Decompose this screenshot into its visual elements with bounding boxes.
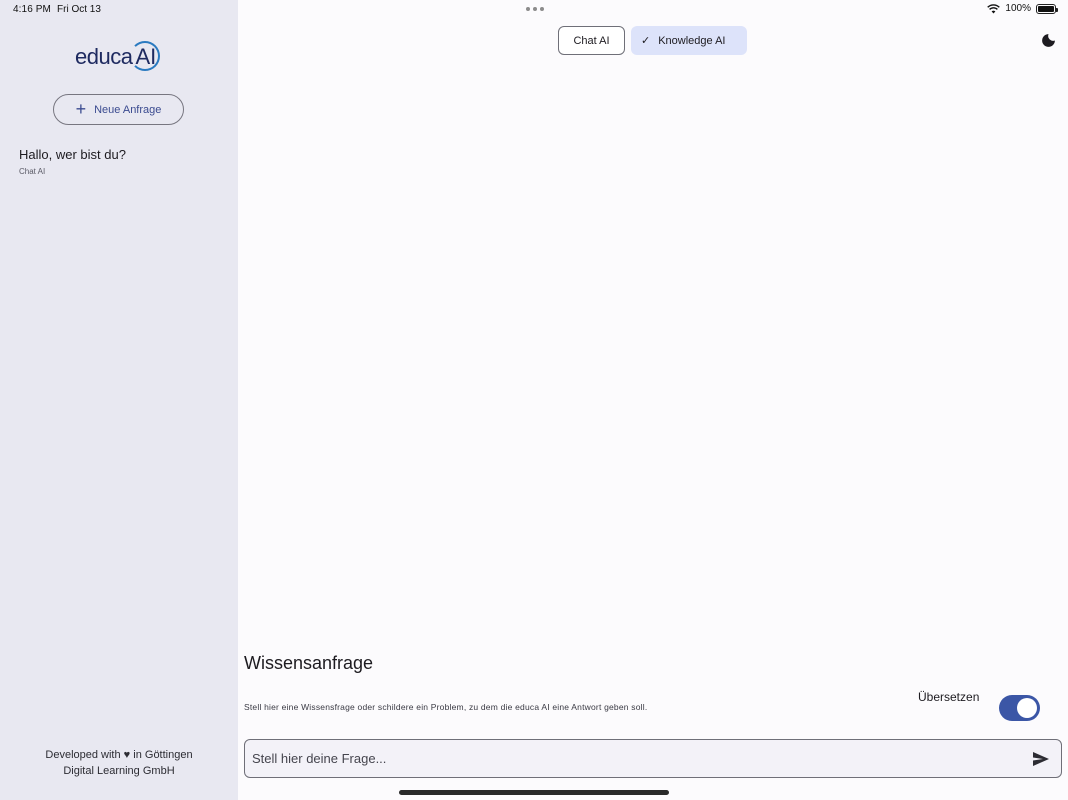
multitasking-dots[interactable] xyxy=(526,7,544,11)
tab-knowledge-ai[interactable]: ✓ Knowledge AI xyxy=(631,26,747,55)
mode-switch: Chat AI ✓ Knowledge AI xyxy=(558,26,747,55)
dark-mode-icon[interactable] xyxy=(1040,32,1057,49)
history-title: Hallo, wer bist du? xyxy=(19,147,126,162)
history-item[interactable]: Hallo, wer bist du? Chat AI xyxy=(19,147,126,176)
plus-icon: + xyxy=(75,98,87,119)
translate-toggle[interactable] xyxy=(999,695,1040,721)
history-subtitle: Chat AI xyxy=(19,167,46,176)
send-icon xyxy=(1033,751,1049,766)
heart-icon: ♥ xyxy=(123,749,131,761)
check-icon: ✓ xyxy=(641,35,651,47)
sidebar: 4:16 PM Fri Oct 13 educa AI + Neue Anfra… xyxy=(0,0,238,800)
battery-percent: 100% xyxy=(1005,3,1031,14)
educa-ai-logo: educa AI xyxy=(75,40,161,74)
page-title: Wissensanfrage xyxy=(244,653,374,673)
main-area xyxy=(238,0,1068,800)
wifi-icon xyxy=(987,3,1001,13)
status-right: 100% xyxy=(987,3,1058,14)
tab-chat-ai[interactable]: Chat AI xyxy=(558,26,625,55)
battery-icon xyxy=(1036,3,1058,14)
home-indicator xyxy=(399,790,669,795)
logo-text: educa xyxy=(75,44,133,69)
question-field xyxy=(244,739,1062,778)
status-date: Fri Oct 13 xyxy=(57,4,101,15)
logo-ai: AI xyxy=(130,41,161,71)
send-button[interactable] xyxy=(1021,741,1061,777)
new-request-button[interactable]: + Neue Anfrage xyxy=(53,94,184,125)
footer-credit: Developed with ♥ in Göttingen Digital Le… xyxy=(45,749,193,777)
question-input[interactable] xyxy=(252,740,1021,777)
status-time: 4:16 PM xyxy=(13,4,51,15)
new-request-label: Neue Anfrage xyxy=(94,103,162,116)
translate-label: Übersetzen xyxy=(918,690,980,704)
page-description: Stell hier eine Wissensfrage oder schild… xyxy=(244,702,648,712)
